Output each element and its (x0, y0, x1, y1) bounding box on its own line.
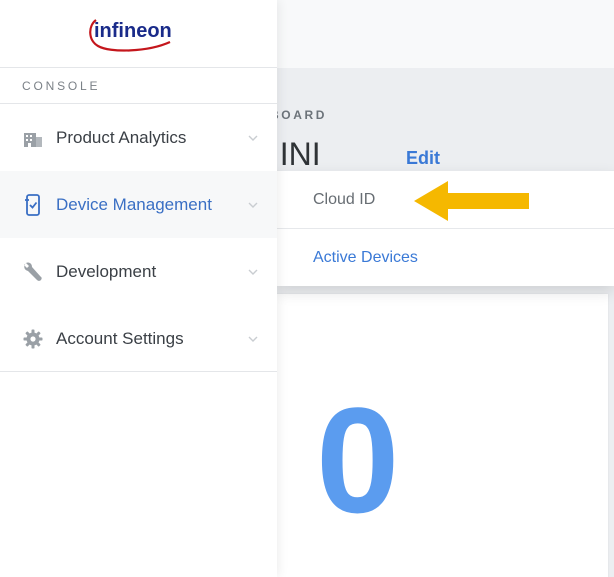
chevron-down-icon (248, 135, 258, 141)
sidebar-item-label: Development (56, 262, 157, 281)
infineon-logo[interactable]: infineon (86, 12, 178, 54)
sidebar-item-label: Account Settings (56, 329, 184, 348)
submenu-item-label: Cloud ID (313, 190, 376, 208)
chevron-down-icon (248, 269, 258, 275)
submenu-item-active-devices[interactable]: Active Devices (277, 229, 614, 287)
sidebar-item-product-analytics[interactable]: Product Analytics (0, 104, 277, 171)
chevron-down-icon (248, 336, 258, 342)
logo-area: infineon (0, 0, 277, 68)
sidebar-item-device-management[interactable]: Device Management (0, 171, 277, 238)
app-root: BOARD t INI Edit 0 Cloud ID Active Devic… (0, 0, 614, 577)
divider (0, 371, 277, 372)
logo-wordmark: infineon (94, 20, 172, 42)
edit-link[interactable]: Edit (406, 148, 440, 169)
gear-icon (22, 328, 44, 350)
sidebar-item-label: Product Analytics (56, 128, 187, 147)
building-icon (22, 127, 44, 149)
device-count-value: 0 (316, 376, 400, 544)
arrow-pointer-icon (414, 181, 529, 221)
wrench-icon (22, 261, 44, 283)
dashboard-section-label: BOARD (270, 108, 327, 122)
console-section-label: CONSOLE (22, 79, 101, 93)
sidebar: infineon CONSOLE Product Analytics Devic… (0, 0, 277, 577)
device-icon (22, 194, 44, 216)
chevron-down-icon (248, 202, 258, 208)
sidebar-item-development[interactable]: Development (0, 238, 277, 305)
sidebar-item-account-settings[interactable]: Account Settings (0, 305, 277, 372)
submenu-item-label: Active Devices (313, 249, 418, 266)
sidebar-item-label: Device Management (56, 195, 212, 214)
